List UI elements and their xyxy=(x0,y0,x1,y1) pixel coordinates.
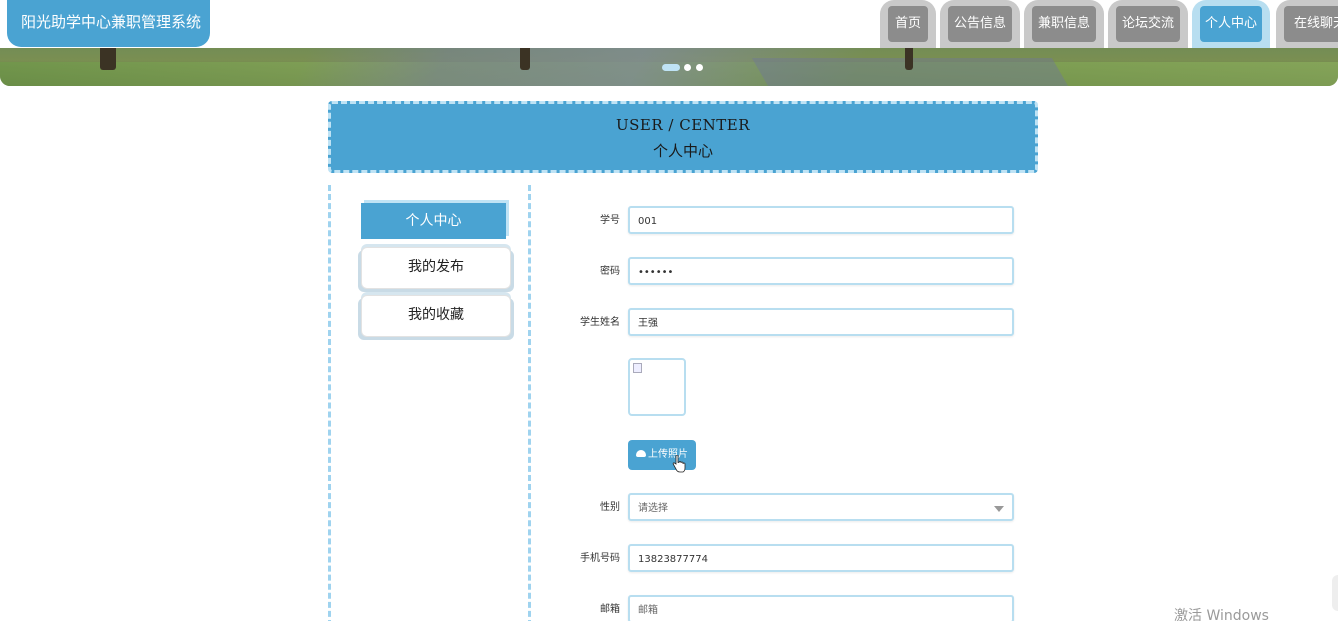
form-row-password: 密码 •••••• xyxy=(560,257,1020,289)
form-row-student-id: 学号 001 xyxy=(560,206,1020,238)
nav-home[interactable]: 首页 xyxy=(880,0,936,48)
form-row-student-name: 学生姓名 王强 xyxy=(560,308,1020,340)
page-title-en: USER / CENTER xyxy=(615,116,751,134)
gender-select-value: 请选择 xyxy=(638,503,668,514)
nav-jobs-label: 兼职信息 xyxy=(1032,6,1096,42)
site-logo[interactable]: 阳光助学中心兼职管理系统 xyxy=(7,0,210,47)
carousel-dot[interactable] xyxy=(662,64,680,71)
chevron-down-icon xyxy=(994,506,1004,512)
nav-jobs[interactable]: 兼职信息 xyxy=(1024,0,1104,48)
photo-preview xyxy=(628,358,686,416)
hand-cursor-icon xyxy=(672,455,686,473)
form-row-gender: 性别 请选择 xyxy=(560,493,1020,525)
page-title-box: USER / CENTER 个人中心 xyxy=(328,101,1038,173)
nav-user-center[interactable]: 个人中心 xyxy=(1192,0,1270,48)
password-input[interactable]: •••••• xyxy=(628,257,1014,285)
nav-chat[interactable]: 在线聊天 xyxy=(1276,0,1338,48)
windows-activation-watermark: 激活 Windows xyxy=(1174,608,1269,621)
sidebar-item-user-center[interactable]: 个人中心 xyxy=(361,203,506,239)
sidebar: 个人中心 我的发布 我的收藏 xyxy=(328,185,531,621)
scroll-to-top-handle[interactable] xyxy=(1332,575,1338,611)
email-label: 邮箱 xyxy=(600,604,620,615)
form-row-email: 邮箱 邮箱 xyxy=(560,595,1020,621)
nav-chat-label: 在线聊天 xyxy=(1284,6,1338,42)
gender-label: 性别 xyxy=(600,502,620,513)
page-title-cn: 个人中心 xyxy=(652,142,713,160)
cloud-upload-icon xyxy=(636,449,646,457)
carousel-dot[interactable] xyxy=(684,64,691,71)
phone-input[interactable]: 13823877774 xyxy=(628,544,1014,572)
nav-forum-label: 论坛交流 xyxy=(1116,6,1180,42)
nav-home-label: 首页 xyxy=(888,6,928,42)
email-input[interactable]: 邮箱 xyxy=(628,595,1014,621)
student-id-label: 学号 xyxy=(600,215,620,226)
nav-user-center-label: 个人中心 xyxy=(1200,6,1262,42)
broken-image-icon xyxy=(633,363,642,373)
form-row-phone: 手机号码 13823877774 xyxy=(560,544,1020,576)
student-id-input[interactable]: 001 xyxy=(628,206,1014,234)
sidebar-item-my-posts[interactable]: 我的发布 xyxy=(361,247,511,289)
nav-notices-label: 公告信息 xyxy=(948,6,1012,42)
nav-notices[interactable]: 公告信息 xyxy=(940,0,1020,48)
sidebar-item-my-favorites[interactable]: 我的收藏 xyxy=(361,295,511,337)
password-label: 密码 xyxy=(600,266,620,277)
phone-label: 手机号码 xyxy=(580,553,620,564)
student-name-label: 学生姓名 xyxy=(580,317,620,328)
nav-forum[interactable]: 论坛交流 xyxy=(1108,0,1188,48)
student-name-input[interactable]: 王强 xyxy=(628,308,1014,336)
carousel-dot[interactable] xyxy=(696,64,703,71)
gender-select[interactable]: 请选择 xyxy=(628,493,1014,521)
